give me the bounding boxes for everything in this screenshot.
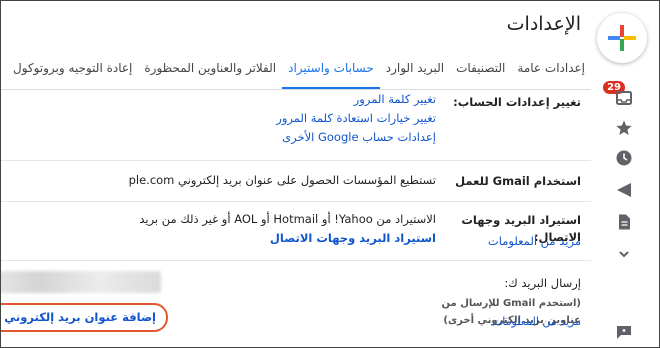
account-settings-label: تغيير إعدادات الحساب: bbox=[453, 95, 581, 109]
change-password-link[interactable]: تغيير كلمة المرور bbox=[1, 90, 436, 109]
settings-main: الإعدادات إعدادات عامة التصنيفات البريد … bbox=[1, 1, 591, 347]
gmail-work-label: استخدام Gmail للعمل bbox=[455, 174, 581, 188]
tab-general[interactable]: إعدادات عامة bbox=[511, 49, 591, 89]
add-email-address-button[interactable]: إضافة عنوان بريد إلكتروني آخر bbox=[1, 303, 168, 332]
send-as-label: إرسال البريد ك: bbox=[504, 276, 581, 290]
import-more-info-link[interactable]: مزيد من المعلومات bbox=[451, 233, 581, 250]
gmail-work-text: تستطيع المؤسسات الحصول على عنوان بريد إل… bbox=[128, 173, 436, 187]
gmail-work-row: استخدام Gmail للعمل تستطيع المؤسسات الحص… bbox=[1, 161, 591, 202]
import-text: الاستيراد من Yahoo!‏ أو Hotmail أو AOL أ… bbox=[139, 212, 436, 226]
right-rail: 29 bbox=[591, 1, 659, 347]
draft-icon[interactable] bbox=[613, 211, 635, 233]
inbox-icon[interactable] bbox=[613, 87, 635, 109]
send-as-row: إرسال البريد ك: (استخدم Gmail للإرسال من… bbox=[1, 261, 591, 347]
change-recovery-link[interactable]: تغيير خيارات استعادة كلمة المرور bbox=[1, 109, 436, 128]
import-row: استيراد البريد وجهات الاتصال: مزيد من ال… bbox=[1, 202, 591, 261]
star-icon[interactable] bbox=[613, 117, 635, 139]
google-account-settings-link[interactable]: إعدادات حساب Google الأخرى bbox=[1, 128, 436, 147]
send-icon[interactable] bbox=[613, 179, 635, 201]
tab-labels[interactable]: التصنيفات bbox=[450, 49, 511, 89]
clock-icon[interactable] bbox=[613, 147, 635, 169]
chat-icon[interactable] bbox=[613, 321, 635, 343]
compose-button[interactable] bbox=[597, 13, 647, 63]
import-mail-contacts-link[interactable]: استيراد البريد وجهات الاتصال bbox=[1, 229, 436, 248]
account-settings-row: تغيير إعدادات الحساب: تغيير كلمة المرور … bbox=[1, 90, 591, 161]
settings-tabs: إعدادات عامة التصنيفات البريد الوارد حسا… bbox=[1, 49, 591, 90]
tab-inbox[interactable]: البريد الوارد bbox=[380, 49, 450, 89]
page-title: الإعدادات bbox=[506, 13, 581, 35]
chevron-down-icon[interactable] bbox=[613, 243, 635, 265]
send-as-more-info-link[interactable]: مزيد من المعلومات bbox=[451, 313, 581, 330]
tab-forwarding[interactable]: إعادة التوجيه وبروتوكول bbox=[7, 49, 138, 89]
tab-filters-blocked[interactable]: الفلاتر والعناوين المحظورة bbox=[138, 49, 282, 89]
tab-accounts-import[interactable]: حسابات واستيراد bbox=[282, 49, 380, 89]
blurred-email-address bbox=[1, 271, 161, 293]
plus-icon bbox=[608, 25, 636, 51]
